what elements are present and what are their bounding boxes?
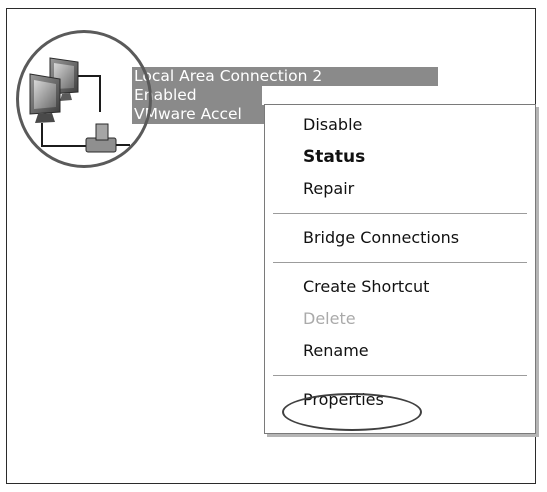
connection-name[interactable]: Local Area Connection 2: [132, 67, 438, 86]
menu-item-repair[interactable]: Repair: [265, 173, 535, 205]
connection-status: Enabled: [132, 86, 262, 105]
menu-item-rename[interactable]: Rename: [265, 335, 535, 367]
menu-separator: [273, 375, 527, 376]
menu-item-properties[interactable]: Properties: [265, 384, 535, 416]
connection-device: VMware Accel: [132, 105, 264, 124]
menu-item-bridge-connections[interactable]: Bridge Connections: [265, 222, 535, 254]
menu-item-disable[interactable]: Disable: [265, 109, 535, 141]
menu-separator: [273, 213, 527, 214]
menu-item-delete: Delete: [303, 309, 356, 328]
menu-separator: [273, 262, 527, 263]
context-menu: Disable Status Repair Bridge Connections…: [264, 104, 536, 434]
menu-item-status[interactable]: Status: [265, 141, 535, 173]
network-connection-icon[interactable]: [22, 52, 134, 160]
menu-item-create-shortcut[interactable]: Create Shortcut: [265, 271, 535, 303]
